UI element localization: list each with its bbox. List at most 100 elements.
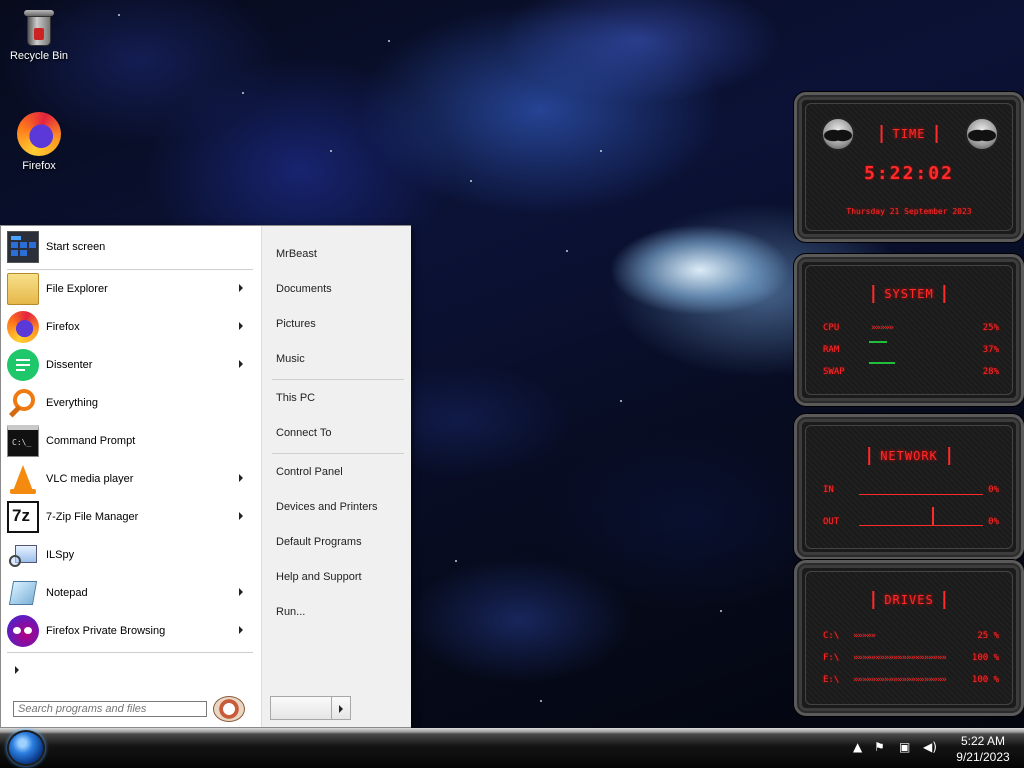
start-menu-programs-column: Start screen File Explorer Firefox Disse… [1,226,261,727]
shutdown-options-arrow-icon[interactable] [331,696,351,720]
gadget-title: NETWORK [868,447,950,465]
volume-icon[interactable]: ◀) [923,741,937,753]
start-link-user-folder[interactable]: MrBeast [276,248,317,260]
star [540,700,542,702]
folder-icon [7,273,39,305]
start-menu-item-command-prompt[interactable]: C:\_ Command Prompt [7,423,253,459]
taskbar-date: 9/21/2023 [956,750,1010,764]
time-gadget[interactable]: TIME 5:22:02 Thursday 21 September 2023 [794,92,1024,242]
network-value-in: 0% [988,485,999,495]
start-menu-item-notepad[interactable]: Notepad [7,575,253,611]
start-link-run[interactable]: Run... [276,606,305,618]
gadget-date: Thursday 21 September 2023 [846,207,972,216]
notepad-icon [7,577,39,609]
start-menu-item-dissenter[interactable]: Dissenter [7,347,253,383]
start-links-separator [272,453,404,454]
submenu-arrow-icon [239,360,243,368]
start-menu-item-label: VLC media player [46,473,134,485]
start-menu-item-firefox[interactable]: Firefox [7,309,253,345]
terminal-icon: C:\_ [7,425,39,457]
start-menu-item-ilspy[interactable]: ILSpy [7,537,253,573]
alien-head-icon [821,117,855,151]
start-menu-item-start-screen[interactable]: Start screen [7,229,253,265]
system-bar-cpu: »»»»» [871,323,894,333]
drive-label-e: E:\ [823,675,840,685]
start-link-music[interactable]: Music [276,353,305,365]
desktop-icon-label: Recycle Bin [9,50,69,62]
start-menu-item-7zip[interactable]: 7z 7-Zip File Manager [7,499,253,535]
start-link-connect-to[interactable]: Connect To [276,427,331,439]
search-icon[interactable] [213,696,245,722]
desktop-icon-label: Firefox [22,160,56,172]
system-gadget[interactable]: SYSTEM CPU »»»»» 25% RAM 37% SWAP 28% [794,254,1024,406]
dissenter-icon [7,349,39,381]
submenu-arrow-icon [239,512,243,520]
drive-bar-e: »»»»»»»»»»»»»»»»»»»»» [853,675,947,685]
drives-gadget[interactable]: DRIVES C:\ »»»»» 25 % F:\ »»»»»»»»»»»»»»… [794,560,1024,716]
start-menu-item-label: Dissenter [46,359,93,371]
system-value-swap: 28% [982,367,999,377]
start-menu-item-everything[interactable]: Everything [7,385,253,421]
taskbar-clock[interactable]: 5:22 AM 9/21/2023 [948,733,1018,765]
gadget-clock: 5:22:02 [864,163,954,184]
search-input[interactable] [13,701,207,717]
system-label-ram: RAM [823,345,840,355]
start-menu-links-column: MrBeast Documents Pictures Music This PC… [261,226,411,727]
star [388,40,390,42]
network-graph-in [859,494,983,495]
start-menu-separator [7,269,253,270]
action-center-flag-icon[interactable]: ⚑ [874,741,888,753]
submenu-arrow-icon [239,588,243,596]
star [455,560,457,562]
start-link-help-support[interactable]: Help and Support [276,571,362,583]
star [242,92,244,94]
drive-value-c: 25 % [977,631,999,641]
all-programs-arrow-icon[interactable] [15,666,19,674]
start-link-documents[interactable]: Documents [276,283,332,295]
magnifier-icon [7,387,39,419]
star [118,14,120,16]
network-icon[interactable]: ▣ [899,741,913,753]
start-link-devices-printers[interactable]: Devices and Printers [276,501,378,513]
start-orb-button[interactable] [7,730,45,766]
start-menu-item-vlc[interactable]: VLC media player [7,461,253,497]
start-menu-separator [7,652,253,653]
start-link-control-panel[interactable]: Control Panel [276,466,343,478]
system-value-cpu: 25% [982,323,999,333]
start-menu-item-label: Start screen [46,241,106,253]
star [470,180,472,182]
system-bar-ram [869,341,887,343]
star [566,250,568,252]
start-screen-icon [7,231,39,263]
network-graph-spike [932,507,934,525]
start-menu-item-label: ILSpy [46,549,75,561]
start-menu-item-label: Everything [46,397,98,409]
vlc-cone-icon [7,463,39,495]
drive-label-c: C:\ [823,631,840,641]
start-menu-item-label: Firefox [46,321,80,333]
star [620,400,622,402]
submenu-arrow-icon [239,284,243,292]
drive-bar-c: »»»»» [853,631,876,641]
start-link-pictures[interactable]: Pictures [276,318,316,330]
start-menu-item-firefox-private[interactable]: Firefox Private Browsing [7,613,253,649]
drive-label-f: F:\ [823,653,840,663]
network-gadget[interactable]: NETWORK IN 0% OUT 0% [794,414,1024,560]
taskbar-time: 5:22 AM [960,734,1006,748]
show-hidden-icons-arrow[interactable]: ▲ [853,741,867,753]
taskbar [0,728,1024,768]
network-label-out: OUT [823,517,840,527]
start-menu-item-file-explorer[interactable]: File Explorer [7,271,253,307]
network-graph-out [859,525,983,526]
desktop-icon-recycle-bin[interactable]: Recycle Bin [1,10,77,62]
recycle-bin-icon [24,10,54,46]
desktop-icon-firefox[interactable]: Firefox [1,112,77,172]
start-link-this-pc[interactable]: This PC [276,392,315,404]
gadget-title: DRIVES [872,591,946,609]
start-menu-item-label: Notepad [46,587,88,599]
7zip-icon: 7z [7,501,39,533]
firefox-icon [17,112,61,156]
start-link-default-programs[interactable]: Default Programs [276,536,362,548]
private-browsing-icon [7,615,39,647]
drive-bar-f: »»»»»»»»»»»»»»»»»»»»» [853,653,947,663]
